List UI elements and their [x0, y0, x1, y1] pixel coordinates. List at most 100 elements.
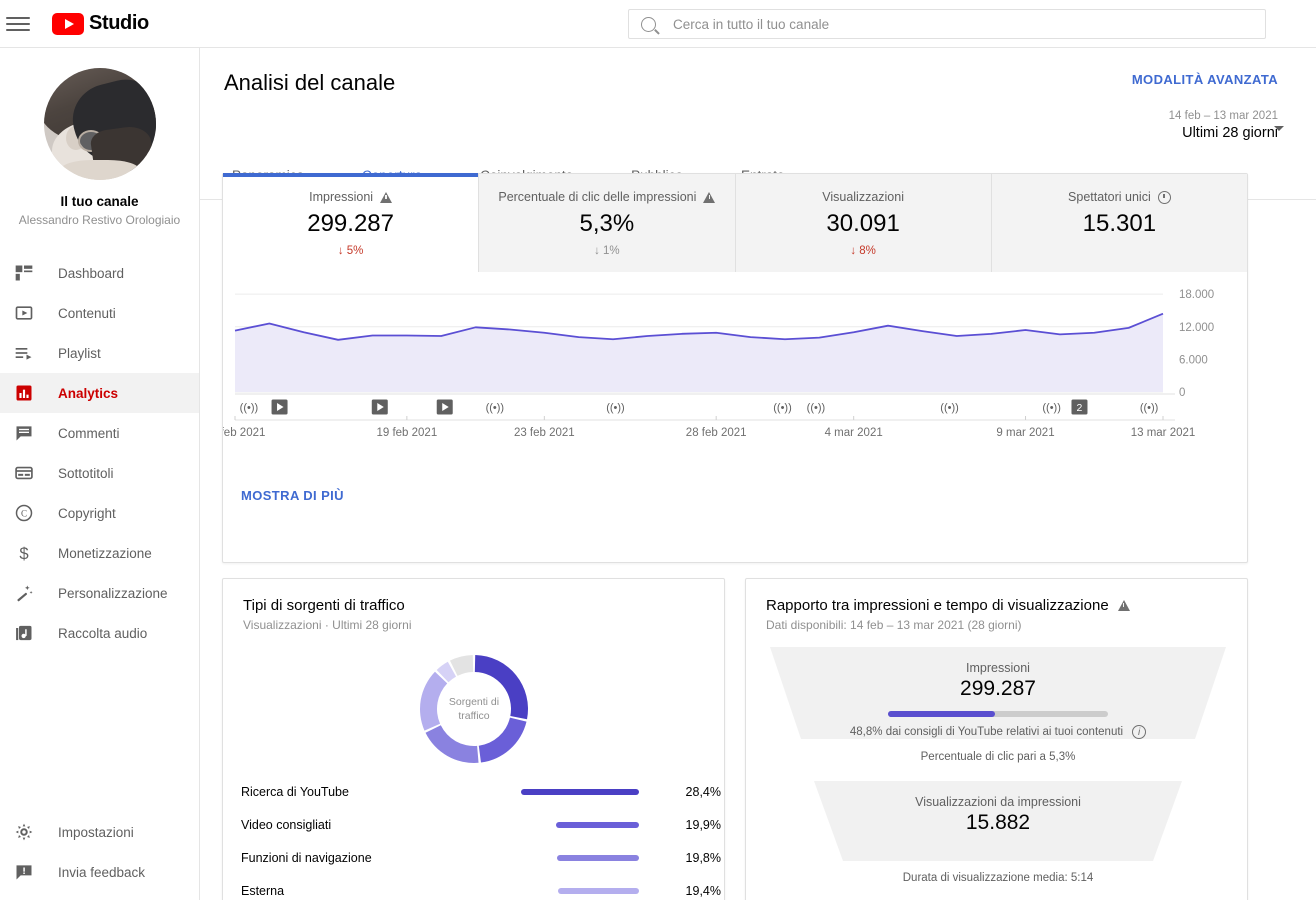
- funnel-stage-value: 299.287: [960, 677, 1036, 700]
- metric-label-text: Percentuale di clic delle impressioni: [498, 190, 697, 204]
- traffic-source-name: Funzioni di navigazione: [241, 850, 372, 865]
- sidebar-item-contenuti[interactable]: Contenuti: [0, 293, 199, 333]
- donut-center-label: Sorgenti di traffico: [416, 651, 532, 767]
- traffic-source-row[interactable]: Video consigliati 19,9%: [223, 808, 726, 841]
- info-icon[interactable]: i: [1132, 725, 1147, 739]
- metric-card-0[interactable]: Impressioni 299.287 ↓ 5%: [223, 173, 480, 272]
- funnel-card-title: Rapporto tra impressioni e tempo di visu…: [766, 597, 1247, 614]
- date-range-label: Ultimi 28 giorni: [1182, 125, 1278, 141]
- funnel-stage: Durata di visualizzazione media: 5:14: [768, 872, 1228, 884]
- metric-delta: ↓ 5%: [223, 245, 478, 257]
- funnel-stage: Percentuale di clic pari a 5,3%: [768, 751, 1228, 763]
- traffic-source-percent: 19,9%: [685, 817, 721, 832]
- donut-center-line2: traffico: [458, 710, 490, 722]
- analytics-bars-icon: [12, 381, 36, 405]
- donut-center-line1: Sorgenti di: [448, 695, 500, 708]
- channel-name: Alessandro Restivo Orologiaio: [18, 213, 181, 227]
- funnel-stage-value: 15.882: [965, 811, 1031, 834]
- funnel-progress-fill: [888, 711, 996, 717]
- sidebar-item-label: Analytics: [58, 385, 119, 401]
- arrow-down-icon: ↓: [594, 245, 604, 257]
- sidebar-item-analytics[interactable]: Analytics: [0, 373, 199, 413]
- sidebar-item-raccolta-audio[interactable]: Raccolta audio: [0, 613, 199, 653]
- playlist-icon: [12, 341, 36, 365]
- svg-text:((•)): ((•)): [940, 402, 959, 414]
- sidebar-item-label: Playlist: [58, 345, 101, 361]
- svg-text:((•)): ((•)): [240, 402, 259, 414]
- search-icon: [641, 16, 656, 32]
- date-range-dates: 14 feb – 13 mar 2021: [1168, 110, 1278, 122]
- sidebar-item-impostazioni[interactable]: Impostazioni: [0, 812, 200, 852]
- metrics-chart-card: Impressioni 299.287 ↓ 5% Percentuale di cli…: [205, 173, 1249, 563]
- traffic-source-row[interactable]: Esterna 19,4%: [223, 874, 726, 900]
- traffic-source-bar-track: [521, 887, 639, 894]
- metric-label: Percentuale di clic delle impressioni: [479, 190, 734, 204]
- traffic-card-subtitle: Visualizzazioni · Ultimi 28 giorni: [243, 618, 412, 632]
- search-input[interactable]: [671, 11, 1265, 37]
- sidebar-item-dashboard[interactable]: Dashboard: [0, 253, 199, 293]
- gear-icon: [12, 820, 36, 844]
- traffic-source-row[interactable]: Funzioni di navigazione 19,8%: [223, 841, 726, 874]
- sidebar-item-commenti[interactable]: Commenti: [0, 413, 199, 453]
- sidebar-item-sottotitoli[interactable]: Sottotitoli: [0, 453, 199, 493]
- svg-text:2: 2: [1077, 402, 1083, 414]
- channel-block[interactable]: Il tuo canale Alessandro Restivo Orologi…: [0, 48, 199, 227]
- studio-logo[interactable]: Studio: [52, 12, 149, 35]
- svg-text:28 feb 2021: 28 feb 2021: [686, 427, 747, 439]
- metric-value: 299.287: [307, 210, 394, 237]
- funnel-stage: Visualizzazioni da impressioni 15.882: [768, 795, 1228, 835]
- sidebar-item-copyright[interactable]: C Copyright: [0, 493, 199, 533]
- metric-value: 5,3%: [579, 210, 635, 237]
- funnel-progress-caption: 48,8% dai consigli di YouTube relativi a…: [768, 725, 1228, 739]
- traffic-card-title: Tipi di sorgenti di traffico: [243, 597, 405, 614]
- svg-text:18.000: 18.000: [1179, 289, 1214, 301]
- traffic-source-row[interactable]: Ricerca di YouTube 28,4%: [223, 775, 726, 808]
- sidebar-item-playlist[interactable]: Playlist: [0, 333, 199, 373]
- magic-wand-icon: [12, 581, 36, 605]
- date-range-selector[interactable]: 14 feb – 13 mar 2021 Ultimi 28 giorni: [1028, 110, 1284, 141]
- metric-delta-value: 1%: [603, 245, 620, 257]
- metric-card-3[interactable]: Spettatori unici 15.301: [991, 174, 1247, 272]
- impressions-line-chart[interactable]: 0 6.000 12.000 18.000 ((•)) ((•)) ((•)) ((•)) ((…: [205, 274, 1249, 519]
- chevron-down-icon[interactable]: [1274, 126, 1284, 131]
- advanced-mode-button[interactable]: MODALITÀ AVANZATA: [1132, 72, 1278, 87]
- warning-triangle-icon: [1117, 600, 1130, 611]
- funnel-progress-caption-text: 48,8% dai consigli di YouTube relativi a…: [849, 726, 1124, 738]
- sidebar-item-personalizzazione[interactable]: Personalizzazione: [0, 573, 199, 613]
- metric-label: Spettatori unici: [992, 190, 1247, 204]
- sidebar-item-monetizzazione[interactable]: $ Monetizzazione: [0, 533, 199, 573]
- svg-text:((•)): ((•)): [1042, 402, 1061, 414]
- svg-text:((•)): ((•)): [486, 402, 505, 414]
- arrow-down-icon: ↓: [850, 245, 860, 257]
- sidebar-item-label: Dashboard: [58, 265, 125, 281]
- svg-text:23 feb 2021: 23 feb 2021: [514, 427, 575, 439]
- traffic-source-bar: [556, 854, 639, 861]
- audio-library-icon: [12, 621, 36, 645]
- sidebar-item-invia-feedback[interactable]: Invia feedback: [0, 852, 200, 892]
- show-more-link[interactable]: MOSTRA DI PIÙ: [241, 488, 344, 503]
- sidebar-item-label: Copyright: [58, 505, 116, 521]
- main-content: Analisi del canale MODALITÀ AVANZATA 14 …: [200, 48, 1316, 900]
- sidebar-nav: Dashboard Contenuti Playlist Analytics Comme…: [0, 253, 199, 653]
- metric-label-text: Visualizzazioni: [822, 190, 904, 204]
- metric-card-2[interactable]: Visualizzazioni 30.091 ↓ 8%: [735, 174, 992, 272]
- search-box[interactable]: [628, 9, 1266, 39]
- svg-text:13 mar 2021: 13 mar 2021: [1131, 427, 1196, 439]
- metric-label-text: Impressioni: [309, 190, 374, 204]
- sidebar-item-label: Raccolta audio: [58, 625, 148, 641]
- metric-value: 30.091: [826, 210, 900, 237]
- svg-text:((•)): ((•)): [807, 402, 826, 414]
- feedback-icon: [12, 860, 36, 884]
- funnel-stage: Impressioni 299.287: [768, 661, 1228, 701]
- svg-text:((•)): ((•)): [1140, 402, 1159, 414]
- comment-icon: [12, 421, 36, 445]
- traffic-source-percent: 19,8%: [685, 850, 721, 865]
- traffic-source-name: Video consigliati: [241, 817, 332, 832]
- traffic-source-bar-track: [521, 821, 639, 828]
- avatar: [43, 68, 156, 180]
- sidebar-item-label: Monetizzazione: [58, 545, 152, 561]
- hamburger-icon[interactable]: [6, 12, 30, 36]
- traffic-donut-chart[interactable]: Sorgenti di traffico: [416, 651, 532, 767]
- impressions-chart[interactable]: 0 6.000 12.000 18.000 ((•)) ((•)) ((•)) ((•)) ((…: [205, 274, 1249, 519]
- metric-card-1[interactable]: Percentuale di clic delle impressioni 5,3…: [479, 174, 736, 272]
